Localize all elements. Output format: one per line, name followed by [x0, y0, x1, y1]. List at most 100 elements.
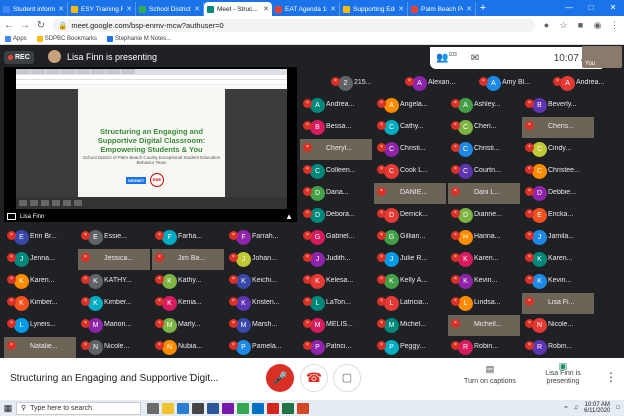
browser-tab[interactable]: Student informati...✕	[0, 2, 68, 16]
participant-tile[interactable]: × B Bessa...	[300, 117, 372, 138]
participant-tile[interactable]: × H Hanna...	[448, 227, 520, 248]
participant-tile[interactable]: × K Kevin...	[448, 271, 520, 292]
participant-tile[interactable]: × K Kevin...	[522, 271, 594, 292]
self-view-tile[interactable]: You	[582, 46, 622, 68]
taskbar-clock[interactable]: 10:07 AM 6/11/2020	[584, 402, 610, 415]
expand-icon[interactable]: ▲	[285, 212, 293, 221]
participant-tile[interactable]: × R Robin...	[448, 337, 520, 358]
participant-tile[interactable]: × P Patrici...	[300, 337, 372, 358]
network-icon[interactable]: ≈	[564, 405, 567, 411]
chevron-up-icon[interactable]: ⌃	[187, 372, 195, 383]
participant-tile[interactable]: × K Keichi...	[226, 271, 298, 292]
participant-tile[interactable]: × C Christee...	[522, 161, 594, 182]
participant-tile[interactable]: × D Debora...	[300, 205, 372, 226]
browser-tab[interactable]: EAT Agenda 10.3...✕	[272, 2, 340, 16]
bookmark-apps[interactable]: Apps	[5, 36, 27, 42]
participant-tile[interactable]: × E Ericka...	[522, 205, 594, 226]
participant-tile[interactable]: × K Kelesa...	[300, 271, 372, 292]
participant-tile[interactable]: × L Latricia...	[374, 293, 446, 314]
participant-tile[interactable]: × K Karen...	[448, 249, 520, 270]
acrobat-icon[interactable]	[267, 402, 279, 414]
participant-tile[interactable]: × J Jamila...	[522, 227, 594, 248]
participant-tile[interactable]: ×LLisa Fi...	[522, 293, 594, 314]
participant-tile[interactable]: × C Cindy...	[522, 139, 594, 160]
participant-tile[interactable]: × K Kenia...	[152, 293, 224, 314]
close-tab-icon[interactable]: ✕	[466, 5, 472, 13]
maximize-icon[interactable]: □	[580, 0, 602, 16]
participant-tile[interactable]: × P Peggy...	[374, 337, 446, 358]
camera-button[interactable]: ▢	[333, 364, 361, 392]
participant-tile[interactable]: × F Farha...	[152, 227, 224, 248]
participant-tile[interactable]: ×JJim Ba...	[152, 249, 224, 270]
url-field[interactable]: 🔒 meet.google.com/bsp-enmv-mcw?authuser=…	[52, 18, 535, 32]
participant-tile[interactable]: × J Jenna...	[4, 249, 76, 270]
participant-tile[interactable]: × A Alexan...	[402, 73, 474, 94]
close-tab-icon[interactable]: ✕	[263, 5, 269, 13]
participant-tile[interactable]: × G Gabriel...	[300, 227, 372, 248]
participant-tile[interactable]: × G Gillian...	[374, 227, 446, 248]
participant-tile[interactable]: × K Kristen...	[226, 293, 298, 314]
outlook-icon[interactable]	[252, 402, 264, 414]
participant-tile[interactable]: ×DDANIE...	[374, 183, 446, 204]
forward-icon[interactable]: →	[20, 20, 30, 31]
presentation-tile[interactable]: Structuring an Engaging and Supportive D…	[4, 67, 297, 222]
bookmark-notes[interactable]: Stephanie M Notes...	[107, 36, 171, 42]
close-tab-icon[interactable]: ✕	[194, 5, 200, 13]
chrome-icon[interactable]	[237, 402, 249, 414]
participant-tile[interactable]: × B Beverly...	[522, 95, 594, 116]
camera-permission-icon[interactable]: ●	[541, 20, 552, 31]
participant-tile[interactable]: × L LaTon...	[300, 293, 372, 314]
store-icon[interactable]	[192, 402, 204, 414]
participant-tile[interactable]: × R Robin...	[522, 337, 594, 358]
participant-tile[interactable]: ×MMichell...	[448, 315, 520, 336]
new-tab-button[interactable]: +	[476, 2, 490, 14]
participant-tile[interactable]: × A Amy Bl...	[476, 73, 548, 94]
participant-tile[interactable]: × C Colleen...	[300, 161, 372, 182]
participant-tile[interactable]: ×JJessica...	[78, 249, 150, 270]
windows-start-icon[interactable]: ▦	[0, 403, 16, 414]
participant-tile[interactable]: × C Cook L...	[374, 161, 446, 182]
browser-tab[interactable]: Supporting Educa...✕	[340, 2, 408, 16]
participant-tile[interactable]: × A Angela...	[374, 95, 446, 116]
participant-tile[interactable]: × C Cathy...	[374, 117, 446, 138]
menu-dots-icon[interactable]: ⋮	[609, 20, 620, 31]
people-icon[interactable]: 👥103	[436, 52, 457, 63]
participant-tile[interactable]: × E Essie...	[78, 227, 150, 248]
close-tab-icon[interactable]: ✕	[330, 5, 336, 13]
participant-tile[interactable]: × C Christi...	[374, 139, 446, 160]
participant-tile[interactable]: × N Nicole...	[522, 315, 594, 336]
mic-off-button[interactable]: 🎤	[266, 364, 294, 392]
reload-icon[interactable]: ↻	[36, 20, 46, 31]
browser-tab[interactable]: ESY Training FY20...✕	[68, 2, 136, 16]
participant-tile[interactable]: × C Courtn...	[448, 161, 520, 182]
participant-tile[interactable]: × K Kelly A...	[374, 271, 446, 292]
participant-tile[interactable]: × M Marsh...	[226, 315, 298, 336]
minimize-icon[interactable]: —	[558, 0, 580, 16]
present-now-button[interactable]: ▣ Lisa Finn is presenting	[540, 362, 586, 386]
close-tab-icon[interactable]: ✕	[126, 5, 132, 13]
chat-icon[interactable]: ✉	[471, 53, 479, 64]
participant-tile[interactable]: ×CCheryl...	[300, 139, 372, 160]
word-icon[interactable]	[207, 402, 219, 414]
participant-tile[interactable]: × A Andrea...	[300, 95, 372, 116]
participant-tile[interactable]: × A Ashley...	[448, 95, 520, 116]
participant-tile[interactable]: × M Marly...	[152, 315, 224, 336]
participant-tile[interactable]: × N Nicole...	[78, 337, 150, 358]
powerpoint-icon[interactable]	[297, 402, 309, 414]
participant-tile[interactable]: × D Dianne...	[448, 205, 520, 226]
back-icon[interactable]: ←	[4, 20, 14, 31]
close-tab-icon[interactable]: ✕	[398, 5, 404, 13]
participant-tile[interactable]: ×NNatalie...	[4, 337, 76, 358]
participant-tile[interactable]: × D Dana...	[300, 183, 372, 204]
participant-tile[interactable]: × J Judith...	[300, 249, 372, 270]
participant-tile[interactable]: × 2 215...	[328, 73, 400, 94]
participant-tile[interactable]: × J Johan...	[226, 249, 298, 270]
more-options-icon[interactable]: ⋮	[605, 370, 617, 384]
bookmark-sdpbc[interactable]: SDPBC Bookmarks	[36, 36, 97, 42]
participant-tile[interactable]: × A Andrea...	[550, 73, 622, 94]
participant-tile[interactable]: × K Karen...	[4, 271, 76, 292]
task-view-icon[interactable]	[147, 402, 159, 414]
participant-tile[interactable]: × D Derrick...	[374, 205, 446, 226]
participant-tile[interactable]: × J Julie R...	[374, 249, 446, 270]
participant-tile[interactable]: × D Debbie...	[522, 183, 594, 204]
